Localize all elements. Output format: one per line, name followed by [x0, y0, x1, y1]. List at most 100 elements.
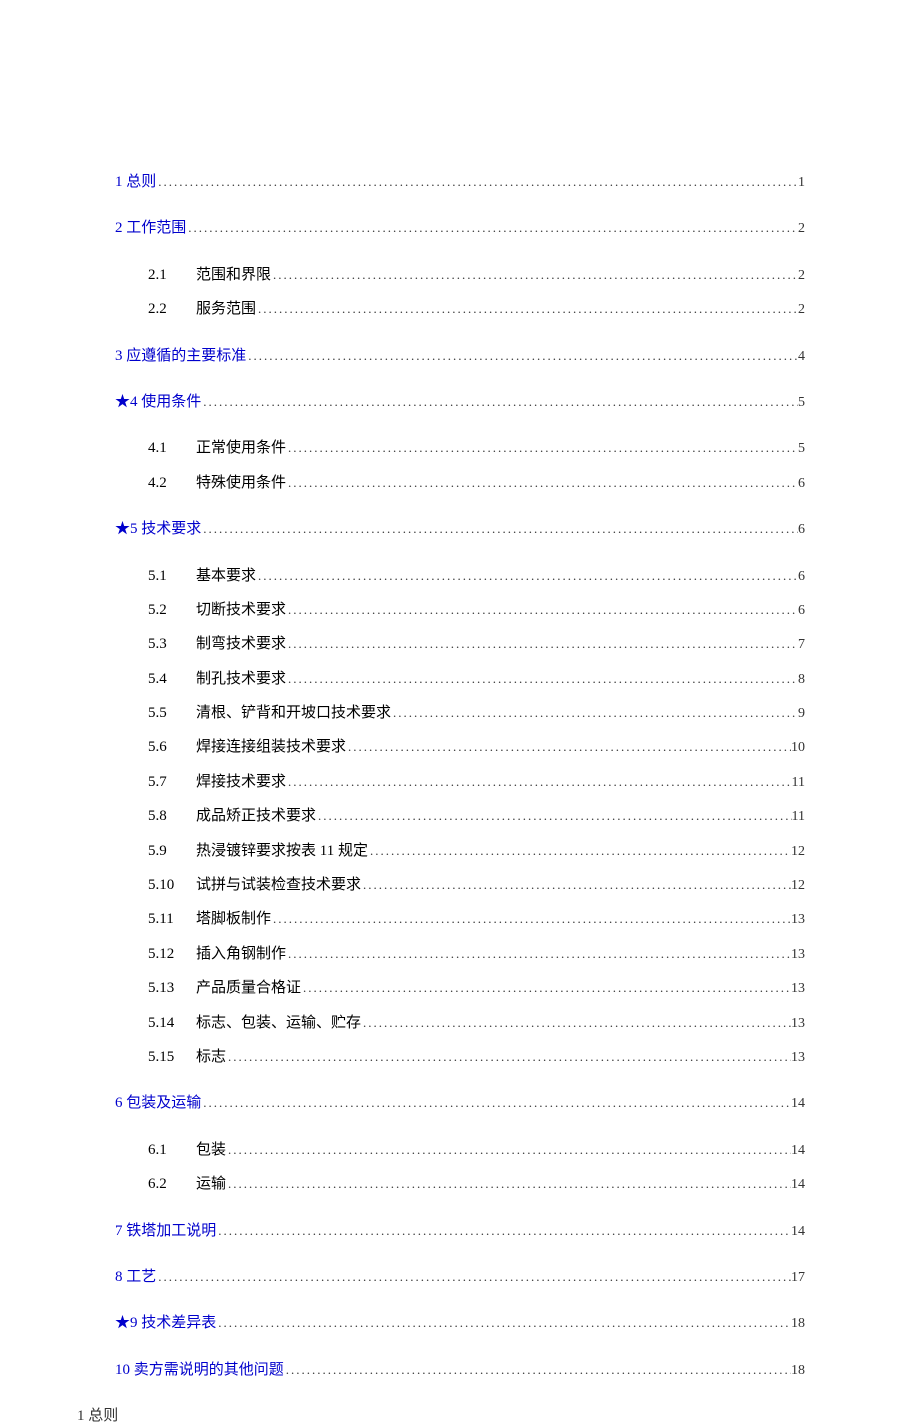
- toc-entry[interactable]: 5.2切断技术要求 6: [115, 598, 805, 622]
- toc-entry[interactable]: 8 工艺 17: [115, 1265, 805, 1289]
- toc-entry[interactable]: 6 包装及运输 14: [115, 1091, 805, 1115]
- toc-title: 热浸镀锌要求按表 11 规定: [196, 839, 368, 863]
- toc-entry[interactable]: 5.15标志13: [115, 1045, 805, 1069]
- toc-title: 切断技术要求: [196, 598, 286, 622]
- toc-page-number: 13: [791, 909, 805, 931]
- toc-leader-dots: [286, 669, 798, 690]
- section-heading: 1 总则: [77, 1404, 805, 1425]
- toc-entry[interactable]: 3 应遵循的主要标准 4: [115, 344, 805, 368]
- toc-number: 5.1: [148, 564, 196, 588]
- toc-entry[interactable]: ★5 技术要求 6: [115, 517, 805, 541]
- toc-page-number: 12: [791, 841, 805, 863]
- toc-entry[interactable]: 5.4制孔技术要求8: [115, 667, 805, 691]
- toc-page-number: 7: [798, 634, 805, 656]
- toc-page-number: 2: [798, 265, 805, 287]
- toc-page-number: 6: [798, 566, 805, 588]
- toc-leader-dots: [216, 1313, 791, 1334]
- toc-entry[interactable]: ★9 技术差异表18: [115, 1311, 805, 1335]
- toc-entry[interactable]: 5.8成品矫正技术要求11: [115, 804, 805, 828]
- toc-title: 3 应遵循的主要标准: [115, 344, 246, 368]
- toc-leader-dots: [256, 299, 798, 320]
- toc-page-number: 13: [791, 944, 805, 966]
- toc-entry[interactable]: ★4 使用条件 5: [115, 390, 805, 414]
- toc-entry[interactable]: 5.3制弯技术要求7: [115, 632, 805, 656]
- toc-entry[interactable]: 5.10试拼与试装检查技术要求 12: [115, 873, 805, 897]
- toc-page-number: 6: [798, 519, 805, 541]
- toc-leader-dots: [156, 172, 798, 193]
- toc-entry[interactable]: 6.2运输14: [115, 1172, 805, 1196]
- toc-entry[interactable]: 1 总则1: [115, 170, 805, 194]
- toc-title: 6 包装及运输: [115, 1091, 201, 1115]
- toc-leader-dots: [271, 265, 798, 286]
- toc-entry[interactable]: 6.1包装14: [115, 1138, 805, 1162]
- toc-page-number: 18: [791, 1313, 805, 1335]
- toc-entry[interactable]: 5.9热浸镀锌要求按表 11 规定12: [115, 839, 805, 863]
- toc-title: 试拼与试装检查技术要求: [196, 873, 361, 897]
- toc-number: 5.7: [148, 770, 196, 794]
- toc-page-number: 18: [791, 1360, 805, 1382]
- toc-entry[interactable]: 5.11塔脚板制作13: [115, 907, 805, 931]
- toc-entry[interactable]: 4.1正常使用条件5: [115, 436, 805, 460]
- toc-title: 成品矫正技术要求: [196, 804, 316, 828]
- toc-leader-dots: [226, 1140, 791, 1161]
- toc-number: 6.1: [148, 1138, 196, 1162]
- toc-page-number: 11: [792, 806, 805, 828]
- toc-page-number: 12: [791, 875, 805, 897]
- toc-entry[interactable]: 5.12插入角钢制作13: [115, 942, 805, 966]
- toc-leader-dots: [226, 1047, 791, 1068]
- toc-page-number: 10: [791, 737, 805, 759]
- toc-leader-dots: [361, 1013, 791, 1034]
- toc-page-number: 14: [791, 1174, 805, 1196]
- toc-page-number: 14: [791, 1093, 805, 1115]
- toc-entry[interactable]: 10 卖方需说明的其他问题18: [115, 1358, 805, 1382]
- toc-number: 5.10: [148, 873, 196, 897]
- toc-leader-dots: [346, 737, 791, 758]
- toc-entry[interactable]: 5.1基本要求 6: [115, 564, 805, 588]
- toc-title: 产品质量合格证: [196, 976, 301, 1000]
- toc-title: 制弯技术要求: [196, 632, 286, 656]
- toc-leader-dots: [246, 346, 798, 367]
- toc-leader-dots: [368, 841, 791, 862]
- toc-title: 范围和界限: [196, 263, 271, 287]
- toc-page-number: 5: [798, 438, 805, 460]
- toc-title: ★5 技术要求: [115, 517, 201, 541]
- toc-title: 8 工艺: [115, 1265, 156, 1289]
- toc-number: 5.11: [148, 907, 196, 931]
- toc-number: 5.12: [148, 942, 196, 966]
- toc-number: 5.2: [148, 598, 196, 622]
- toc-entry[interactable]: 5.14标志、包装、运输、贮存13: [115, 1011, 805, 1035]
- toc-entry[interactable]: 2.2服务范围2: [115, 297, 805, 321]
- toc-entry[interactable]: 5.13产品质量合格证13: [115, 976, 805, 1000]
- toc-title: ★4 使用条件: [115, 390, 201, 414]
- toc-page-number: 5: [798, 392, 805, 414]
- toc-number: 6.2: [148, 1172, 196, 1196]
- toc-entry[interactable]: 5.5清根、铲背和开坡口技术要求9: [115, 701, 805, 725]
- toc-number: 5.13: [148, 976, 196, 1000]
- toc-entry[interactable]: 5.7焊接技术要求11: [115, 770, 805, 794]
- toc-page-number: 14: [791, 1221, 805, 1243]
- toc-entry[interactable]: 4.2特殊使用条件6: [115, 471, 805, 495]
- toc-page-number: 8: [798, 669, 805, 691]
- toc-number: 5.5: [148, 701, 196, 725]
- toc-title: 2 工作范围: [115, 216, 186, 240]
- toc-page-number: 6: [798, 600, 805, 622]
- table-of-contents: 1 总则12 工作范围22.1范围和界限22.2服务范围23 应遵循的主要标准4…: [115, 170, 805, 1382]
- toc-entry[interactable]: 2 工作范围 2: [115, 216, 805, 240]
- toc-entry[interactable]: 7 铁塔加工说明14: [115, 1219, 805, 1243]
- toc-entry[interactable]: 5.6焊接连接组装技术要求10: [115, 735, 805, 759]
- toc-title: 1 总则: [115, 170, 156, 194]
- toc-leader-dots: [286, 438, 798, 459]
- toc-title: 焊接连接组装技术要求: [196, 735, 346, 759]
- toc-title: 正常使用条件: [196, 436, 286, 460]
- toc-page-number: 4: [798, 346, 805, 368]
- toc-number: 5.4: [148, 667, 196, 691]
- toc-leader-dots: [391, 703, 798, 724]
- toc-page-number: 17: [791, 1267, 805, 1289]
- toc-leader-dots: [271, 909, 791, 930]
- toc-leader-dots: [286, 634, 798, 655]
- toc-entry[interactable]: 2.1范围和界限2: [115, 263, 805, 287]
- toc-title: 特殊使用条件: [196, 471, 286, 495]
- toc-page-number: 2: [798, 218, 805, 240]
- toc-page-number: 11: [792, 772, 805, 794]
- toc-title: 基本要求: [196, 564, 256, 588]
